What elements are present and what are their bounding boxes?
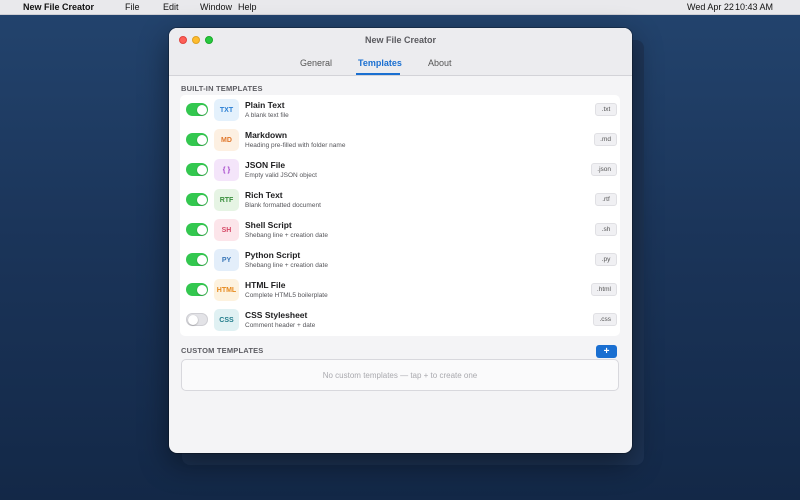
template-enabled-toggle[interactable] — [186, 103, 208, 116]
template-enabled-toggle[interactable] — [186, 133, 208, 146]
template-name: Python Script — [245, 250, 301, 260]
template-description: Shebang line + creation date — [245, 232, 328, 239]
template-description: A blank text file — [245, 112, 289, 119]
menu-bar: New File Creator File Edit Window Help W… — [0, 0, 800, 15]
template-row[interactable]: HTML HTML File Complete HTML5 boilerplate.… — [180, 275, 620, 305]
template-name: Shell Script — [245, 220, 292, 230]
template-description: Heading pre-filled with folder name — [245, 142, 346, 149]
file-extension-badge: .txt — [595, 103, 617, 116]
toggle-knob — [196, 254, 207, 265]
menu-help[interactable]: Help — [238, 2, 257, 12]
custom-templates-heading: CUSTOM TEMPLATES — [181, 346, 264, 355]
file-type-icon: HTML — [214, 279, 239, 301]
file-type-icon: MD — [214, 129, 239, 151]
template-enabled-toggle[interactable] — [186, 193, 208, 206]
builtin-templates-list: TXT Plain Text A blank text file .txt MD Mark… — [180, 95, 620, 336]
file-extension-badge: .rtf — [595, 193, 617, 206]
menu-window[interactable]: Window — [200, 2, 232, 12]
template-description: Empty valid JSON object — [245, 172, 317, 179]
template-name: JSON File — [245, 160, 286, 170]
window-title: New File Creator — [364, 35, 437, 45]
file-type-icon: TXT — [214, 99, 239, 121]
toggle-knob — [196, 194, 207, 205]
file-extension-badge: .py — [595, 253, 617, 266]
toggle-knob — [196, 284, 207, 295]
template-row[interactable]: CSS CSS Stylesheet Comment header + date .c… — [180, 305, 620, 335]
toggle-knob — [196, 224, 207, 235]
file-extension-badge: .html — [590, 283, 617, 296]
template-row[interactable]: RTF Rich Text Blank formatted document .rtf — [180, 185, 620, 215]
custom-templates-empty-state: No custom templates — tap + to create on… — [181, 359, 619, 391]
template-row[interactable]: SH Shell Script Shebang line + creation da… — [180, 215, 620, 245]
file-type-icon: RTF — [214, 189, 239, 211]
file-type-icon: { } — [214, 159, 239, 181]
template-name: CSS Stylesheet — [245, 310, 308, 320]
selected-tab-indicator — [356, 73, 400, 75]
template-description: Comment header + date — [245, 322, 316, 329]
template-row[interactable]: { } JSON File Empty valid JSON object .json — [180, 155, 620, 185]
add-custom-template-button[interactable]: + — [596, 345, 617, 358]
template-description: Complete HTML5 boilerplate — [245, 292, 328, 299]
template-name: HTML File — [245, 280, 286, 290]
template-enabled-toggle[interactable] — [186, 313, 208, 326]
file-extension-badge: .md — [594, 133, 617, 146]
template-name: Markdown — [245, 130, 288, 140]
file-type-icon: CSS — [214, 309, 239, 331]
template-row[interactable]: PY Python Script Shebang line + creation d… — [180, 245, 620, 275]
file-extension-badge: .sh — [595, 223, 617, 236]
tab-general[interactable]: General — [300, 58, 332, 68]
file-extension-badge: .json — [591, 163, 617, 176]
menubar-time[interactable]: 10:43 AM — [735, 2, 773, 12]
file-type-icon: SH — [214, 219, 239, 241]
tab-templates[interactable]: Templates — [358, 58, 402, 68]
template-enabled-toggle[interactable] — [186, 253, 208, 266]
template-enabled-toggle[interactable] — [186, 163, 208, 176]
template-enabled-toggle[interactable] — [186, 223, 208, 236]
toggle-knob — [196, 134, 207, 145]
template-description: Shebang line + creation date — [245, 262, 328, 269]
menu-edit[interactable]: Edit — [163, 2, 179, 12]
empty-state-text: No custom templates — tap + to create on… — [322, 370, 478, 380]
file-extension-badge: .css — [593, 313, 617, 326]
settings-window: New File Creator General Templates About… — [169, 28, 632, 453]
template-name: Plain Text — [245, 100, 285, 110]
toggle-knob — [196, 164, 207, 175]
template-enabled-toggle[interactable] — [186, 283, 208, 296]
menu-file[interactable]: File — [125, 2, 140, 12]
tab-about[interactable]: About — [428, 58, 452, 68]
template-description: Blank formatted document — [245, 202, 321, 209]
template-row[interactable]: TXT Plain Text A blank text file .txt — [180, 95, 620, 125]
builtin-templates-heading: BUILT-IN TEMPLATES — [181, 84, 263, 93]
app-menu[interactable]: New File Creator — [23, 2, 94, 12]
toggle-knob — [196, 104, 207, 115]
title-bar: New File Creator General Templates About — [169, 28, 632, 76]
toggle-knob — [187, 314, 198, 325]
file-type-icon: PY — [214, 249, 239, 271]
template-row[interactable]: MD Markdown Heading pre-filled with folder… — [180, 125, 620, 155]
menubar-date[interactable]: Wed Apr 22 — [687, 2, 734, 12]
template-name: Rich Text — [245, 190, 283, 200]
